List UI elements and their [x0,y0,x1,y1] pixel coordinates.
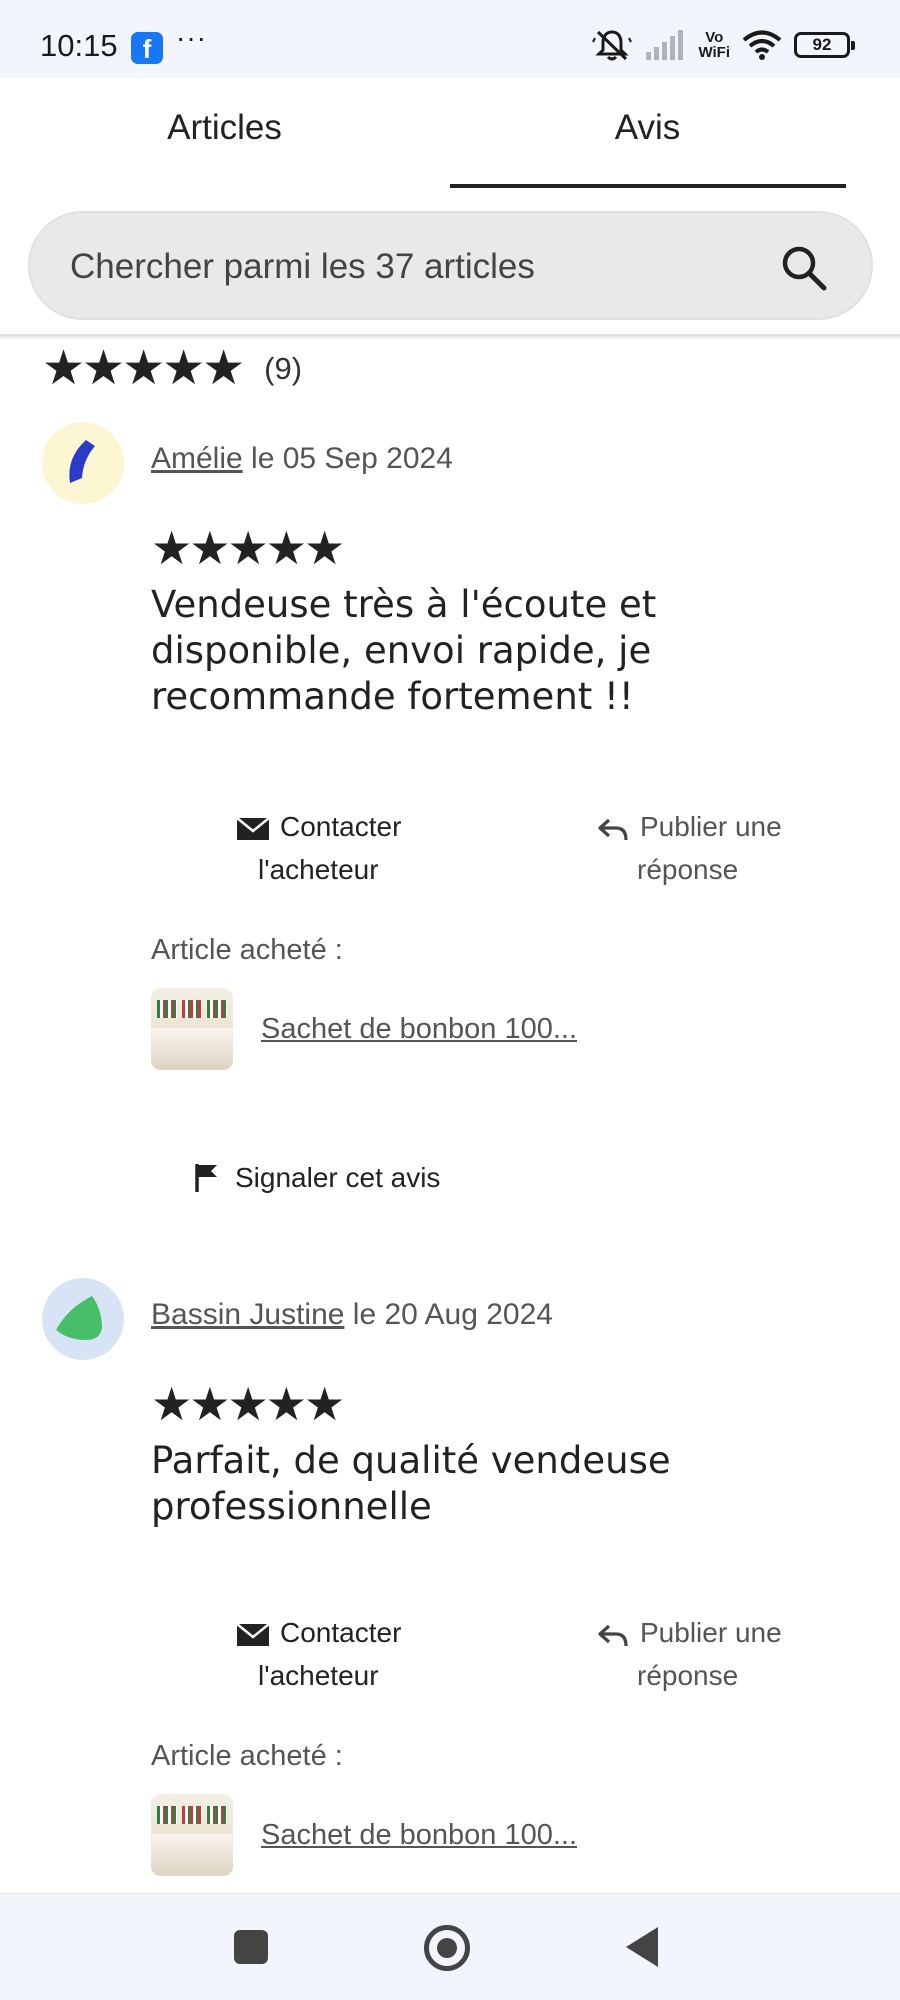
publish-reply-button[interactable]: Publier une réponse [596,1611,782,1697]
contact-buyer-button[interactable]: Contacter l'acheteur [236,805,401,891]
wifi-icon [742,30,782,60]
review-card: Amélie le 05 Sep 2024 ★★★★★ Vendeuse trè… [0,422,900,1222]
product-link[interactable]: Sachet de bonbon 100... [261,1013,577,1046]
reply-icon [598,1624,628,1646]
tab-articles[interactable]: Articles [27,108,422,148]
home-icon[interactable] [424,1925,470,1971]
review-meta: Amélie le 05 Sep 2024 [151,442,453,476]
avatar-icon [42,422,124,504]
recent-apps-icon[interactable] [234,1930,268,1964]
vowifi-bottom: WiFi [698,44,730,61]
more-notifications-icon: ··· [176,22,207,53]
avatar[interactable] [42,422,124,504]
active-tab-indicator [450,184,846,188]
review-card: Bassin Justine le 20 Aug 2024 ★★★★★ Parf… [0,1278,900,1893]
reply-label-2: réponse [637,854,739,885]
contact-label-2: l'acheteur [258,854,379,885]
bought-label: Article acheté : [151,934,343,966]
avatar-icon [42,1278,124,1360]
header-shadow [0,334,900,340]
mail-icon [236,816,270,840]
product-link[interactable]: Sachet de bonbon 100... [261,1819,577,1852]
battery-icon: 92 [794,32,855,58]
back-icon[interactable] [626,1927,658,1967]
silent-bell-icon [592,30,633,61]
reply-label-2: réponse [637,1660,739,1691]
status-bar: 10:15 f ··· Vo WiFi 92 [0,0,900,78]
tab-avis[interactable]: Avis [450,108,845,148]
system-nav-bar [0,1893,900,2000]
mail-icon [236,1622,270,1646]
review-text: Parfait, de qualité vendeuse professionn… [151,1439,671,1528]
vowifi-top: Vo [705,29,724,46]
avatar[interactable] [42,1278,124,1360]
reviewer-name-link[interactable]: Bassin Justine [151,1298,344,1331]
review-stars: ★★★★★ [151,1378,345,1430]
bought-item[interactable]: Sachet de bonbon 100... [151,1794,577,1876]
review-stars: ★★★★★ [151,522,345,574]
vowifi-icon: Vo WiFi [698,30,730,60]
bought-item[interactable]: Sachet de bonbon 100... [151,988,577,1070]
review-date: le 05 Sep 2024 [242,442,453,475]
reviewer-name-link[interactable]: Amélie [151,442,243,475]
reply-label-1: Publier une [640,811,782,842]
signal-icon [646,30,684,60]
rating-count: (9) [264,351,303,386]
reply-icon [598,818,628,840]
report-label: Signaler cet avis [235,1162,441,1193]
status-icons: Vo WiFi 92 [592,28,855,62]
product-thumbnail[interactable] [151,988,233,1070]
contact-label-2: l'acheteur [258,1660,379,1691]
search-placeholder: Chercher parmi les 37 articles [70,247,535,286]
reply-label-1: Publier une [640,1617,782,1648]
shop-reviews-screen: 10:15 f ··· Vo WiFi 92 Articles Avis Che… [0,0,900,2000]
review-date: le 20 Aug 2024 [344,1298,553,1331]
search-icon[interactable] [779,243,829,293]
bought-label: Article acheté : [151,1740,343,1772]
publish-reply-button[interactable]: Publier une réponse [596,805,782,891]
flag-icon [195,1164,217,1192]
contact-label-1: Contacter [280,1617,402,1648]
rating-stars: ★★★★★ [42,342,245,395]
rating-summary: ★★★★★ (9) [42,345,302,393]
facebook-icon: f [131,32,163,64]
contact-label-1: Contacter [280,811,402,842]
tab-bar: Articles Avis [0,78,900,190]
contact-buyer-button[interactable]: Contacter l'acheteur [236,1611,401,1697]
product-thumbnail[interactable] [151,1794,233,1876]
report-review-button[interactable]: Signaler cet avis [193,1162,440,1194]
search-input[interactable]: Chercher parmi les 37 articles [28,211,873,320]
review-text: Vendeuse très à l'écoute et disponible, … [151,583,657,718]
review-meta: Bassin Justine le 20 Aug 2024 [151,1298,553,1332]
status-time: 10:15 [40,28,118,63]
